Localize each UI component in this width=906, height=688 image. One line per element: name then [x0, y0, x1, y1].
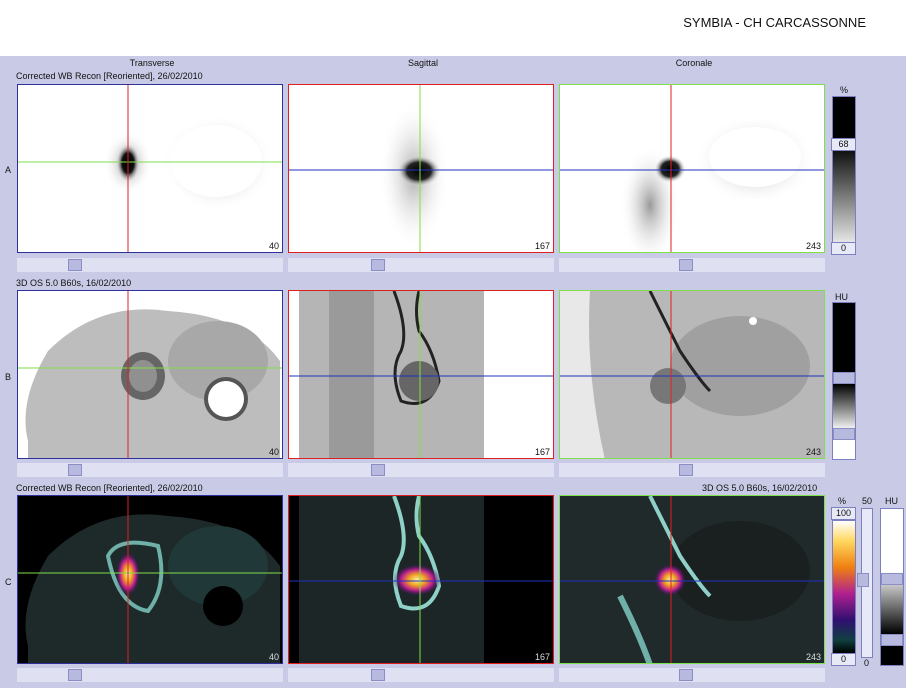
- colorbar-b-upper-handle[interactable]: [833, 372, 855, 384]
- viewport-a-transverse[interactable]: 40: [17, 84, 283, 253]
- scrollbar-b-transverse[interactable]: [17, 463, 283, 477]
- colorbar-b-unit: HU: [835, 292, 848, 302]
- scrollbar-b-coronale[interactable]: [559, 463, 825, 477]
- slice-number: 167: [534, 447, 550, 457]
- colorbar-c-hu-unit: HU: [885, 496, 898, 506]
- viewport-c-transverse[interactable]: 40: [17, 495, 283, 664]
- site-title: SYMBIA - CH CARCASSONNE: [683, 15, 866, 30]
- colorbar-a-value[interactable]: 68: [831, 138, 856, 151]
- slice-number: 40: [268, 241, 279, 251]
- viewport-c-sagittal[interactable]: 167: [288, 495, 554, 664]
- colorbar-c-min[interactable]: 0: [831, 653, 856, 666]
- viewport-b-coronale[interactable]: 243: [559, 290, 825, 459]
- scroll-thumb[interactable]: [679, 464, 693, 476]
- slice-number: 243: [805, 447, 821, 457]
- column-label-transverse: Transverse: [129, 58, 175, 68]
- scrollbar-a-transverse[interactable]: [17, 258, 283, 272]
- scroll-thumb[interactable]: [68, 464, 82, 476]
- slice-number: 243: [805, 241, 821, 251]
- scrollbar-c-transverse[interactable]: [17, 668, 283, 682]
- colorbar-c-max[interactable]: 100: [831, 507, 856, 520]
- slice-number: 167: [534, 241, 550, 251]
- row-c-info-right: 3D OS 5.0 B60s, 16/02/2010: [702, 483, 818, 493]
- row-b-letter: B: [5, 372, 12, 382]
- colorbar-c-pct-unit: %: [838, 496, 847, 506]
- slice-number: 243: [805, 652, 821, 662]
- viewport-b-sagittal[interactable]: 167: [288, 290, 554, 459]
- colorbar-b-lower-handle[interactable]: [833, 428, 855, 440]
- viewport-a-coronale[interactable]: 243: [559, 84, 825, 253]
- header-bar: SYMBIA - CH CARCASSONNE: [0, 0, 906, 56]
- row-a-info: Corrected WB Recon [Reoriented], 26/02/2…: [16, 71, 203, 81]
- slice-number: 167: [534, 652, 550, 662]
- column-label-sagittal: Sagittal: [407, 58, 439, 68]
- scroll-thumb[interactable]: [371, 669, 385, 681]
- colorbar-a-min[interactable]: 0: [831, 242, 856, 255]
- row-a-letter: A: [5, 165, 12, 175]
- scroll-thumb[interactable]: [68, 669, 82, 681]
- colorbar-a-unit: %: [840, 85, 849, 95]
- viewport-a-sagittal[interactable]: 167: [288, 84, 554, 253]
- scroll-thumb[interactable]: [68, 259, 82, 271]
- scrollbar-b-sagittal[interactable]: [288, 463, 554, 477]
- fusion-slider-handle[interactable]: [857, 573, 869, 587]
- colorbar-a[interactable]: [832, 96, 856, 254]
- slice-number: 40: [268, 652, 279, 662]
- scrollbar-a-sagittal[interactable]: [288, 258, 554, 272]
- scroll-thumb[interactable]: [371, 259, 385, 271]
- scroll-thumb[interactable]: [679, 669, 693, 681]
- colorbar-c-pet[interactable]: [832, 520, 856, 654]
- scrollbar-a-coronale[interactable]: [559, 258, 825, 272]
- row-c-info-left: Corrected WB Recon [Reoriented], 26/02/2…: [16, 483, 203, 493]
- scroll-thumb[interactable]: [371, 464, 385, 476]
- colorbar-c-ct-lower-handle[interactable]: [881, 634, 903, 646]
- scrollbar-c-coronale[interactable]: [559, 668, 825, 682]
- row-c-letter: C: [5, 577, 12, 587]
- fusion-ratio-label: 50: [862, 496, 873, 506]
- fusion-slider-min: 0: [864, 658, 870, 668]
- slice-number: 40: [268, 447, 279, 457]
- column-label-coronale: Coronale: [675, 58, 713, 68]
- viewport-c-coronale[interactable]: 243: [559, 495, 825, 664]
- viewport-b-transverse[interactable]: 40: [17, 290, 283, 459]
- scroll-thumb[interactable]: [679, 259, 693, 271]
- colorbar-c-ct-upper-handle[interactable]: [881, 573, 903, 585]
- row-b-info: 3D OS 5.0 B60s, 16/02/2010: [16, 278, 132, 288]
- scrollbar-c-sagittal[interactable]: [288, 668, 554, 682]
